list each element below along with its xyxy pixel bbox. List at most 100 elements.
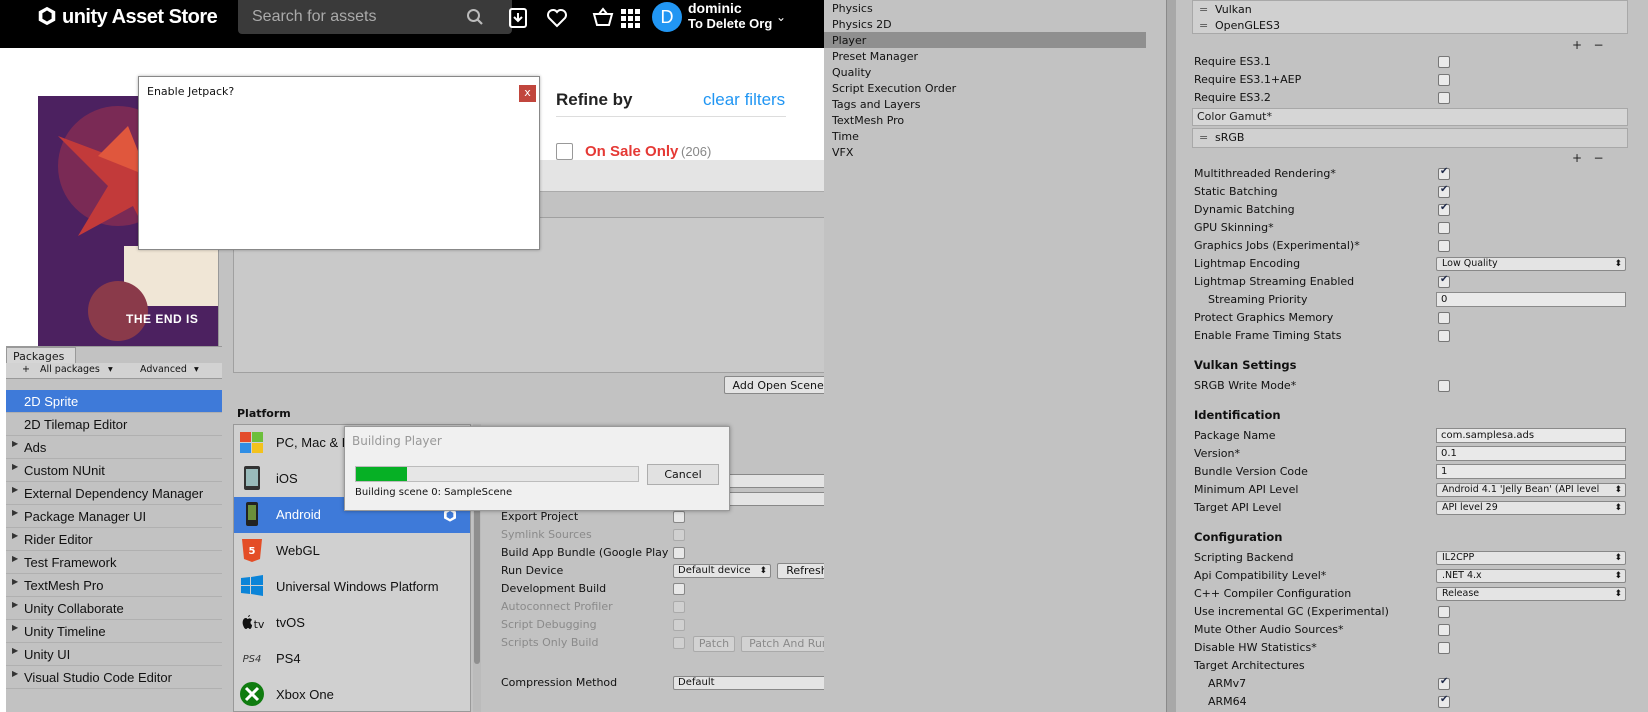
lightmap-encoding-dropdown[interactable]: Low Quality xyxy=(1436,257,1626,271)
symlink-sources-checkbox[interactable] xyxy=(673,529,685,541)
protect-graphics-memory-checkbox[interactable] xyxy=(1438,312,1450,324)
project-settings-item[interactable]: Physics xyxy=(832,2,873,15)
autoconnect-profiler-checkbox[interactable] xyxy=(673,601,685,613)
expand-arrow-icon[interactable]: ▶ xyxy=(12,646,18,655)
expand-arrow-icon[interactable]: ▶ xyxy=(12,600,18,609)
development-build-checkbox[interactable] xyxy=(673,583,685,595)
expand-arrow-icon[interactable]: ▶ xyxy=(12,669,18,678)
gpu-skinning-checkbox[interactable] xyxy=(1438,222,1450,234)
download-icon[interactable] xyxy=(506,6,530,30)
on-sale-checkbox[interactable] xyxy=(556,143,573,160)
chevron-down-icon[interactable]: ⌄ xyxy=(776,10,786,24)
expand-arrow-icon[interactable]: ▶ xyxy=(12,462,18,471)
static-batching-checkbox[interactable] xyxy=(1438,184,1450,198)
expand-arrow-icon[interactable]: ▶ xyxy=(12,554,18,563)
multithreaded-rendering-checkbox[interactable] xyxy=(1438,166,1450,180)
graphics-api-item[interactable]: = OpenGLES3 xyxy=(1199,19,1280,32)
avatar[interactable]: D xyxy=(652,2,682,32)
unity-logo[interactable]: unity Asset Store xyxy=(36,5,218,29)
patch-and-run-button[interactable]: Patch And Run xyxy=(741,636,837,652)
package-list-item[interactable]: ▶ Unity Timeline xyxy=(6,620,222,643)
platform-ps4[interactable]: PS4 PS4 xyxy=(234,641,470,677)
project-settings-item[interactable]: Script Execution Order xyxy=(832,82,956,95)
list-add-remove-buttons[interactable]: + − xyxy=(1572,151,1622,165)
add-package-button[interactable]: + xyxy=(22,364,30,375)
package-list-item[interactable]: ▶ Visual Studio Code Editor xyxy=(6,666,222,689)
project-settings-item[interactable]: VFX xyxy=(832,146,853,159)
cancel-button[interactable]: Cancel xyxy=(647,464,719,485)
drag-handle-icon[interactable]: = xyxy=(1199,19,1209,32)
store-search-input[interactable] xyxy=(252,6,462,28)
require-es32-checkbox[interactable] xyxy=(1438,92,1450,104)
cpp-compiler-dropdown[interactable]: Release xyxy=(1436,587,1626,601)
drag-handle-icon[interactable]: = xyxy=(1199,131,1209,144)
require-es31-aep-checkbox[interactable] xyxy=(1438,74,1450,86)
cart-icon[interactable] xyxy=(591,6,615,30)
expand-arrow-icon[interactable]: ▶ xyxy=(12,485,18,494)
package-list-item[interactable]: ▶ Test Framework xyxy=(6,551,222,574)
graphics-api-item[interactable]: = Vulkan xyxy=(1199,3,1252,16)
build-app-bundle-checkbox[interactable] xyxy=(673,547,685,559)
package-list-item[interactable]: ▶ External Dependency Manager xyxy=(6,482,222,505)
export-project-checkbox[interactable] xyxy=(673,511,685,523)
color-gamut-item[interactable]: = sRGB xyxy=(1199,131,1244,144)
expand-arrow-icon[interactable]: ▶ xyxy=(12,577,18,586)
user-org[interactable]: To Delete Org xyxy=(688,16,772,31)
drag-handle-icon[interactable]: = xyxy=(1199,3,1209,16)
package-list-item[interactable]: ▶ Custom NUnit xyxy=(6,459,222,482)
scripting-backend-dropdown[interactable]: IL2CPP xyxy=(1436,551,1626,565)
package-name-field[interactable]: com.samplesa.ads xyxy=(1436,428,1626,443)
mute-audio-checkbox[interactable] xyxy=(1438,624,1450,636)
package-list-item[interactable]: ▶ Unity Collaborate xyxy=(6,597,222,620)
arm64-checkbox[interactable] xyxy=(1438,694,1450,708)
platform-webgl[interactable]: 5 WebGL xyxy=(234,533,470,569)
project-settings-item[interactable]: Time xyxy=(832,130,859,143)
advanced-dropdown[interactable]: Advanced xyxy=(140,364,187,375)
graphics-jobs-checkbox[interactable] xyxy=(1438,240,1450,252)
platform-xbox[interactable]: Xbox One xyxy=(234,677,470,711)
package-list-item[interactable]: ▶ Ads xyxy=(6,436,222,459)
package-list-item[interactable]: ▶ Package Manager UI xyxy=(6,505,222,528)
package-list-item[interactable]: ▶ Unity UI xyxy=(6,643,222,666)
lightmap-streaming-checkbox[interactable] xyxy=(1438,274,1450,288)
apps-grid-icon[interactable] xyxy=(618,6,642,30)
min-api-level-dropdown[interactable]: Android 4.1 'Jelly Bean' (API level xyxy=(1436,483,1626,497)
armv7-checkbox[interactable] xyxy=(1438,676,1450,690)
clear-filters-link[interactable]: clear filters xyxy=(703,90,785,110)
heart-icon[interactable] xyxy=(545,6,569,30)
bundle-version-code-field[interactable]: 1 xyxy=(1436,464,1626,479)
expand-arrow-icon[interactable]: ▶ xyxy=(12,531,18,540)
compression-method-dropdown[interactable]: Default xyxy=(673,676,837,690)
patch-button[interactable]: Patch xyxy=(693,636,735,652)
search-icon[interactable] xyxy=(466,8,484,26)
package-list-item[interactable]: 2D Tilemap Editor xyxy=(6,413,222,436)
expand-arrow-icon[interactable]: ▶ xyxy=(12,439,18,448)
version-field[interactable]: 0.1 xyxy=(1436,446,1626,461)
add-open-scenes-button[interactable]: Add Open Scenes xyxy=(724,376,838,394)
project-settings-item[interactable]: TextMesh Pro xyxy=(832,114,904,127)
require-es31-checkbox[interactable] xyxy=(1438,56,1450,68)
run-device-dropdown[interactable]: Default device xyxy=(673,564,771,578)
package-list-item[interactable]: ▶ TextMesh Pro xyxy=(6,574,222,597)
panel-splitter[interactable] xyxy=(1166,0,1176,712)
close-icon[interactable]: x xyxy=(519,85,536,102)
script-debugging-checkbox[interactable] xyxy=(673,619,685,631)
scripts-only-build-checkbox[interactable] xyxy=(673,637,685,649)
api-compat-dropdown[interactable]: .NET 4.x xyxy=(1436,569,1626,583)
streaming-priority-field[interactable]: 0 xyxy=(1436,292,1626,307)
project-settings-item[interactable]: Preset Manager xyxy=(832,50,918,63)
package-list-item[interactable]: 2D Sprite xyxy=(6,390,222,413)
target-api-level-dropdown[interactable]: API level 29 xyxy=(1436,501,1626,515)
disable-hw-stats-checkbox[interactable] xyxy=(1438,642,1450,654)
project-settings-item[interactable]: Tags and Layers xyxy=(832,98,920,111)
platform-uwp[interactable]: Universal Windows Platform xyxy=(234,569,470,605)
project-settings-item[interactable]: Quality xyxy=(832,66,871,79)
on-sale-label[interactable]: On Sale Only xyxy=(585,143,678,160)
expand-arrow-icon[interactable]: ▶ xyxy=(12,623,18,632)
package-filter-dropdown[interactable]: All packages xyxy=(40,364,100,375)
user-name[interactable]: dominic xyxy=(688,0,742,16)
dynamic-batching-checkbox[interactable] xyxy=(1438,202,1450,216)
expand-arrow-icon[interactable]: ▶ xyxy=(12,508,18,517)
incremental-gc-checkbox[interactable] xyxy=(1438,606,1450,618)
project-settings-item[interactable]: Player xyxy=(832,34,866,47)
